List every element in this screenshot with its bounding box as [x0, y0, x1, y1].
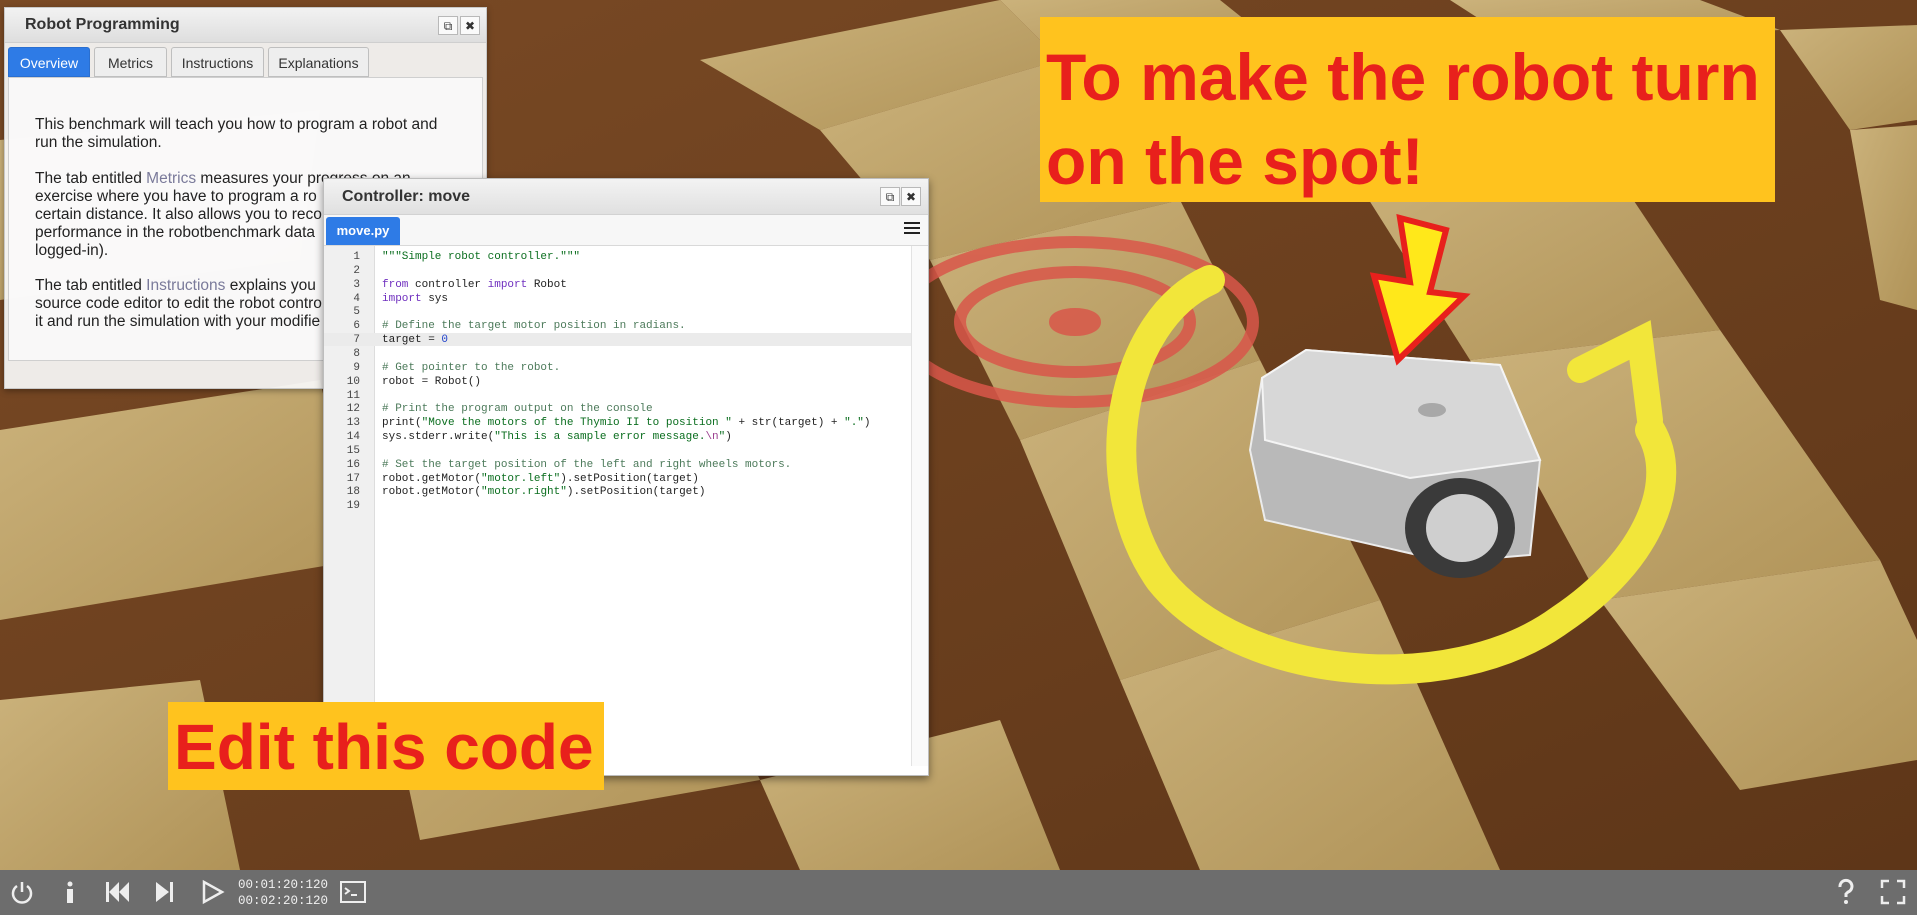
file-tab-move-py[interactable]: move.py — [326, 217, 400, 245]
line-number: 8 — [353, 347, 360, 360]
code-text[interactable]: """Simple robot controller.""" from contr… — [376, 246, 916, 766]
line-number: 7 — [353, 334, 360, 347]
code-line[interactable]: # Set the target position of the left an… — [382, 459, 791, 471]
power-icon[interactable] — [8, 878, 36, 906]
code-line[interactable]: import sys — [382, 293, 448, 305]
text-line: The tab entitled — [35, 277, 147, 294]
line-number: 15 — [346, 444, 360, 457]
line-number: 5 — [353, 306, 360, 319]
tab-metrics[interactable]: Metrics — [94, 47, 167, 77]
line-number: 12 — [346, 403, 360, 416]
annotation-edit-code: Edit this code — [168, 702, 604, 790]
line-number: 19 — [346, 500, 360, 513]
code-editor[interactable]: 1 2 3 4 5 6 7 8 9 10 11 12 13 14 15 16 17 18 19 """Simple … — [324, 246, 928, 766]
annotation-turn-on-spot: To make the robot turn on the spot! — [1040, 17, 1775, 202]
total-time: 00:02:20:120 — [238, 894, 329, 908]
line-number: 18 — [346, 486, 360, 499]
editor-title: Controller: move — [342, 188, 471, 205]
play-icon[interactable] — [198, 878, 226, 906]
code-line[interactable]: sys.stderr.write("This is a sample error… — [382, 431, 732, 443]
editor-scrollbar[interactable] — [911, 246, 928, 766]
metrics-link[interactable]: Metrics — [146, 170, 196, 187]
help-icon[interactable] — [1832, 878, 1860, 906]
line-number: 6 — [353, 320, 360, 333]
code-line[interactable]: # Print the program output on the consol… — [382, 403, 653, 415]
popout-icon[interactable]: ⧉ — [880, 187, 900, 206]
panel-title: Robot Programming — [25, 16, 180, 33]
annotation-line: Edit this code — [174, 711, 594, 783]
code-line[interactable]: # Define the target motor position in ra… — [382, 320, 686, 332]
close-icon[interactable]: ✖ — [901, 187, 921, 206]
code-line[interactable]: """Simple robot controller.""" — [382, 251, 580, 263]
elapsed-time: 00:01:20:120 — [238, 878, 329, 892]
line-number: 16 — [346, 458, 360, 471]
hamburger-menu-icon[interactable] — [904, 222, 920, 236]
code-line[interactable]: target = 0 — [382, 334, 448, 346]
fullscreen-icon[interactable] — [1879, 878, 1907, 906]
code-line[interactable]: robot.getMotor("motor.right").setPositio… — [382, 486, 705, 498]
simulation-toolbar: 00:01:20:120 00:02:20:120 — [0, 870, 1917, 915]
text-line: This benchmark will teach you how to pro… — [35, 116, 438, 133]
line-number: 17 — [346, 472, 360, 485]
text-line: run the simulation. — [35, 134, 162, 151]
text-line: The tab entitled — [35, 170, 147, 187]
line-number: 13 — [346, 417, 360, 430]
line-number: 14 — [346, 431, 360, 444]
instructions-link[interactable]: Instructions — [146, 277, 225, 294]
console-icon[interactable] — [339, 878, 367, 906]
line-number: 1 — [353, 251, 360, 263]
editor-file-tabs: move.py — [324, 215, 928, 246]
line-number: 10 — [346, 375, 360, 388]
line-number: 9 — [353, 361, 360, 374]
panel-titlebar[interactable]: Robot Programming ⧉ ✖ — [5, 8, 486, 43]
simulation-time: 00:01:20:120 00:02:20:120 — [238, 877, 328, 909]
controller-editor-window: Controller: move ⧉ ✖ move.py 1 2 3 4 5 6 7 8 9 10… — [323, 178, 929, 776]
close-icon[interactable]: ✖ — [460, 16, 480, 35]
overview-paragraph-1: This benchmark will teach you how to pro… — [35, 116, 465, 152]
line-number: 2 — [353, 264, 360, 277]
step-icon[interactable] — [151, 878, 179, 906]
annotation-line: To make the robot turn — [1046, 40, 1760, 114]
tab-overview[interactable]: Overview — [8, 47, 90, 77]
code-line[interactable]: robot.getMotor("motor.left").setPosition… — [382, 473, 699, 485]
text-line: explains you — [225, 277, 316, 294]
tab-explanations[interactable]: Explanations — [268, 47, 369, 77]
line-number: 4 — [353, 292, 360, 305]
info-icon[interactable] — [56, 878, 84, 906]
code-line[interactable]: robot = Robot() — [382, 376, 481, 388]
tab-instructions[interactable]: Instructions — [171, 47, 264, 77]
line-number: 3 — [353, 278, 360, 291]
popout-icon[interactable]: ⧉ — [438, 16, 458, 35]
code-line[interactable]: from controller import Robot — [382, 279, 567, 291]
annotation-line: on the spot! — [1046, 124, 1424, 198]
line-number: 11 — [346, 389, 360, 402]
editor-titlebar[interactable]: Controller: move ⧉ ✖ — [324, 179, 928, 215]
reset-icon[interactable] — [103, 878, 131, 906]
code-line[interactable]: print("Move the motors of the Thymio II … — [382, 417, 871, 429]
code-line[interactable]: # Get pointer to the robot. — [382, 362, 560, 374]
